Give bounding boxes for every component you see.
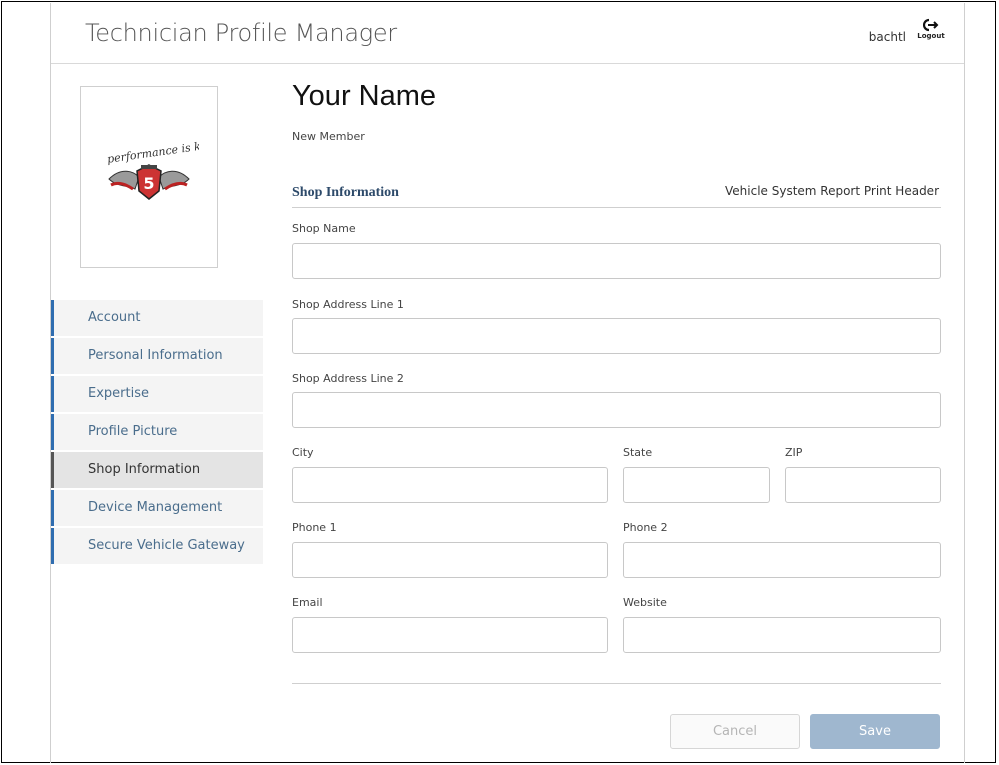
phone-2-label: Phone 2 — [623, 521, 668, 534]
website-label: Website — [623, 596, 667, 609]
svg-text:5: 5 — [143, 174, 154, 193]
email-label: Email — [292, 596, 323, 609]
sidebar-item-profile-picture[interactable]: Profile Picture — [51, 414, 263, 450]
sidebar-item-secure-vehicle-gateway[interactable]: Secure Vehicle Gateway — [51, 528, 263, 564]
state-label: State — [623, 446, 653, 459]
section-title: Shop Information — [292, 185, 399, 200]
address-line-1-label: Shop Address Line 1 — [292, 298, 404, 311]
shop-name-input[interactable] — [292, 243, 941, 279]
address-line-1-input[interactable] — [292, 318, 941, 354]
phone-1-input[interactable] — [292, 542, 608, 578]
logout-button[interactable]: Logout — [916, 18, 946, 50]
state-input[interactable] — [623, 467, 770, 503]
print-header-link[interactable]: Vehicle System Report Print Header — [725, 184, 939, 198]
app-title: Technician Profile Manager — [85, 19, 397, 47]
logout-label: Logout — [917, 32, 945, 40]
website-input[interactable] — [623, 617, 941, 653]
sidebar-item-expertise[interactable]: Expertise — [51, 376, 263, 412]
city-input[interactable] — [292, 467, 608, 503]
email-input[interactable] — [292, 617, 608, 653]
zip-label: ZIP — [785, 446, 803, 459]
footer-divider — [292, 683, 941, 684]
sidebar-item-shop-information[interactable]: Shop Information — [51, 452, 263, 488]
logout-icon — [923, 18, 939, 32]
member-status: New Member — [292, 130, 365, 143]
performance-logo: performance is king 5 — [106, 141, 199, 200]
shop-name-label: Shop Name — [292, 222, 356, 235]
address-line-2-input[interactable] — [292, 392, 941, 428]
svg-text:performance is king: performance is king — [106, 141, 199, 166]
phone-2-input[interactable] — [623, 542, 941, 578]
section-divider — [292, 207, 941, 208]
cancel-button[interactable]: Cancel — [670, 714, 800, 749]
sidebar-nav: Account Personal Information Expertise P… — [51, 300, 263, 566]
sidebar-item-personal-information[interactable]: Personal Information — [51, 338, 263, 374]
username: bachtl — [868, 30, 906, 44]
profile-picture[interactable]: performance is king 5 — [80, 86, 218, 268]
phone-1-label: Phone 1 — [292, 521, 337, 534]
save-button[interactable]: Save — [810, 714, 940, 749]
city-label: City — [292, 446, 314, 459]
zip-input[interactable] — [785, 467, 941, 503]
sidebar-item-device-management[interactable]: Device Management — [51, 490, 263, 526]
profile-name: Your Name — [292, 80, 437, 112]
sidebar-item-account[interactable]: Account — [51, 300, 263, 336]
header-bar: Technician Profile Manager bachtl Logout — [51, 3, 964, 64]
address-line-2-label: Shop Address Line 2 — [292, 372, 404, 385]
